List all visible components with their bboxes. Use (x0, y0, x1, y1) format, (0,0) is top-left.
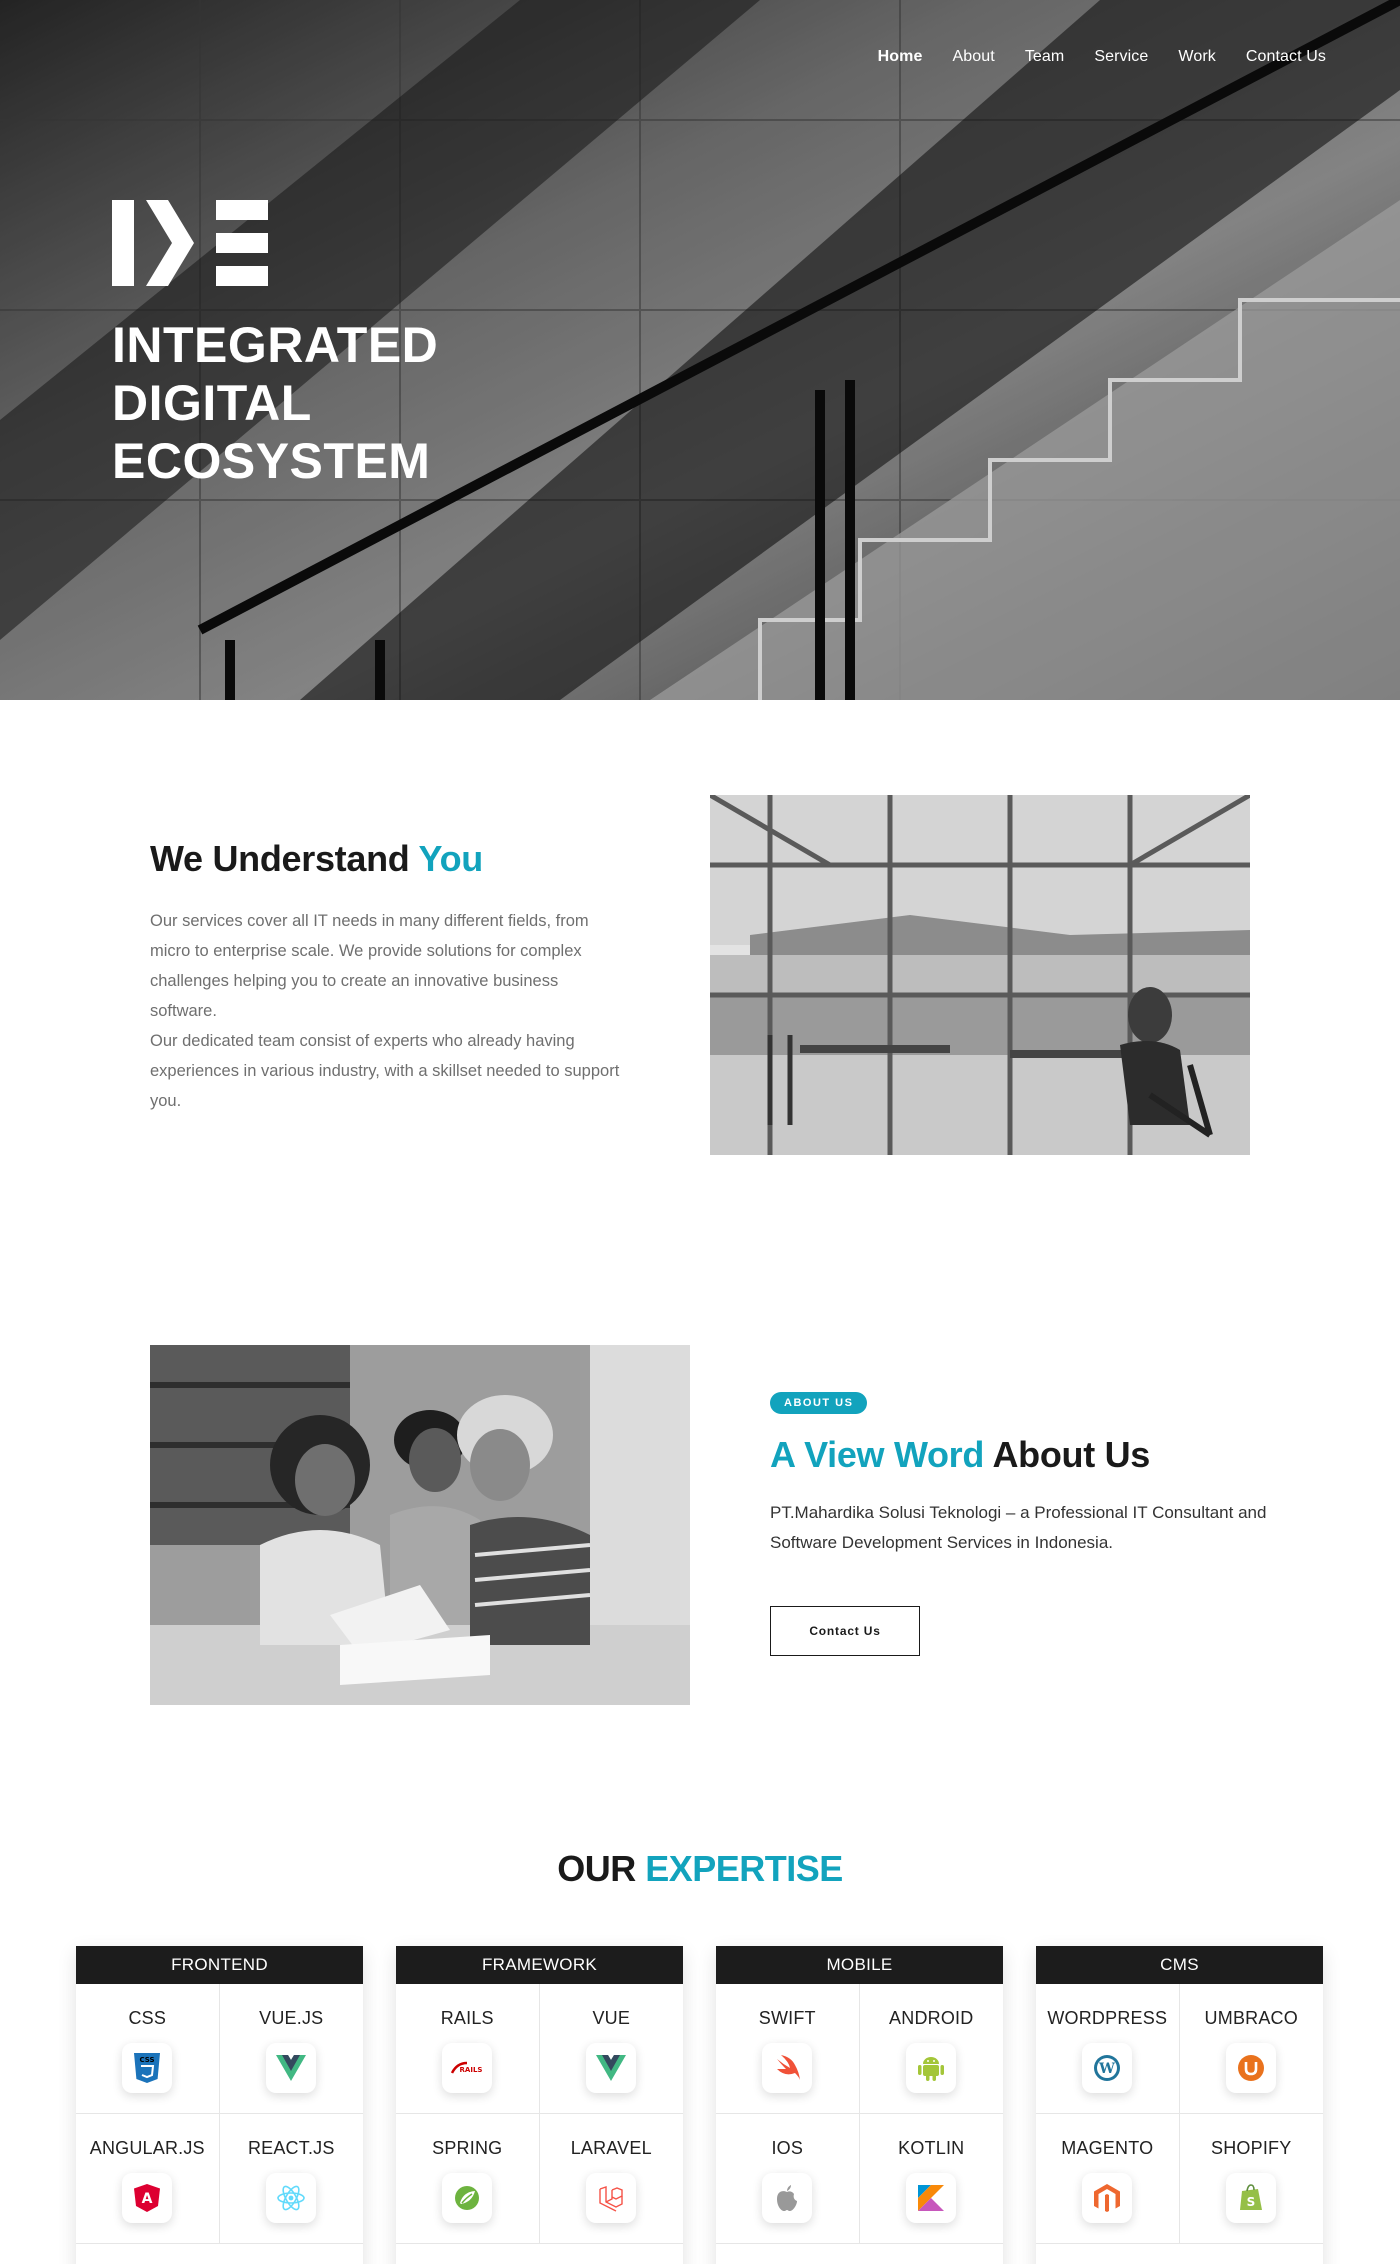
tech-grid: WORDPRESS W UMBRACO MAGENTO SHOPIFY S (1036, 1984, 1323, 2244)
heading-accent: You (418, 838, 484, 879)
card-header: CMS (1036, 1946, 1323, 1984)
card-header: FRONTEND (76, 1946, 363, 1984)
tech-item-angularjs: ANGULAR.JS A (76, 2114, 220, 2244)
tech-name: UMBRACO (1204, 2008, 1298, 2028)
tech-name: SWIFT (758, 2008, 816, 2028)
nav-service[interactable]: Service (1094, 48, 1148, 66)
svg-text:RAILS: RAILS (460, 2066, 483, 2074)
tech-name: IOS (771, 2138, 804, 2158)
nav-contact-us[interactable]: Contact Us (1246, 48, 1326, 66)
tech-grid: RAILS RAILS VUE SPRING LARAVEL (396, 1984, 683, 2244)
svg-text:W: W (1098, 2061, 1115, 2077)
expertise-cards: FRONTEND CSS CSS VUE.JS ANGULAR.JS A REA… (76, 1946, 1323, 2264)
tech-item-swift: SWIFT (716, 1984, 860, 2114)
tech-item-umbraco: UMBRACO (1179, 1984, 1323, 2114)
kotlin-icon (906, 2173, 957, 2223)
about-badge: ABOUT US (770, 1392, 868, 1414)
students-photo (150, 1345, 690, 1705)
hero-title-line: DIGITAL (112, 375, 312, 431)
heading-accent: A View Word (770, 1434, 985, 1475)
tech-item-android: ANDROID (859, 1984, 1003, 2114)
hero-section: Home About Team Service Work Contact Us … (0, 0, 1400, 700)
css3-icon: CSS (122, 2043, 173, 2093)
understand-text: Our services cover all IT needs in many … (150, 906, 620, 1116)
tech-name: CSS (128, 2008, 167, 2028)
card-header: FRAMEWORK (396, 1946, 683, 1984)
title-accent: EXPERTISE (645, 1848, 843, 1889)
tech-grid: CSS CSS VUE.JS ANGULAR.JS A REACT.JS (76, 1984, 363, 2244)
apple-icon (762, 2173, 813, 2223)
understand-paragraph-2: Our dedicated team consist of experts wh… (150, 1032, 620, 1110)
nav-about[interactable]: About (953, 48, 995, 66)
angular-icon: A (122, 2173, 173, 2223)
svg-text:CSS: CSS (140, 2056, 155, 2064)
nav-team[interactable]: Team (1025, 48, 1065, 66)
heading-main: We Understand (150, 838, 410, 879)
tech-item-wordpress: WORDPRESS W (1036, 1984, 1180, 2114)
office-window-photo (710, 795, 1250, 1155)
contact-us-button[interactable]: Contact Us (770, 1606, 920, 1656)
tech-item-ios: IOS (716, 2114, 860, 2244)
tech-item-reactjs: REACT.JS (219, 2114, 363, 2244)
spring-icon (442, 2173, 493, 2223)
tech-item-shopify: SHOPIFY S (1179, 2114, 1323, 2244)
tech-item-vue: VUE (539, 1984, 683, 2114)
understand-heading: We Understand You (150, 838, 620, 880)
understand-paragraph-1: Our services cover all IT needs in many … (150, 912, 589, 1020)
tech-name: SHOPIFY (1211, 2138, 1292, 2158)
tech-name: SPRING (432, 2138, 503, 2158)
nav-home[interactable]: Home (878, 48, 923, 66)
ide-logo-icon[interactable] (112, 200, 272, 286)
card-header: MOBILE (716, 1946, 1003, 1984)
tech-item-css: CSS CSS (76, 1984, 220, 2114)
android-icon (906, 2043, 957, 2093)
about-section: ABOUT US A View Word About Us PT.Mahardi… (770, 1392, 1270, 1656)
rails-icon: RAILS (442, 2043, 493, 2093)
swift-icon (762, 2043, 813, 2093)
tech-name: MAGENTO (1061, 2138, 1154, 2158)
card-mobile: MOBILE SWIFT ANDROID IOS KOTLIN (716, 1946, 1003, 2264)
svg-text:S: S (1247, 2195, 1256, 2209)
magento-icon (1082, 2173, 1133, 2223)
tech-name: VUE (592, 2008, 631, 2028)
tech-grid: SWIFT ANDROID IOS KOTLIN (716, 1984, 1003, 2244)
vue-icon (586, 2043, 637, 2093)
svg-text:A: A (142, 2191, 153, 2207)
tech-item-vuejs: VUE.JS (219, 1984, 363, 2114)
tech-item-spring: SPRING (396, 2114, 540, 2244)
tech-name: LARAVEL (570, 2138, 652, 2158)
umbraco-icon (1226, 2043, 1277, 2093)
vue-icon (266, 2043, 317, 2093)
tech-name: RAILS (440, 2008, 494, 2028)
tech-name: ANGULAR.JS (89, 2138, 205, 2158)
expertise-title: OUR EXPERTISE (0, 1848, 1400, 1890)
card-frontend: FRONTEND CSS CSS VUE.JS ANGULAR.JS A REA… (76, 1946, 363, 2264)
shopify-icon: S (1226, 2173, 1277, 2223)
tech-item-kotlin: KOTLIN (859, 2114, 1003, 2244)
laravel-icon (586, 2173, 637, 2223)
tech-item-laravel: LARAVEL (539, 2114, 683, 2244)
tech-item-rails: RAILS RAILS (396, 1984, 540, 2114)
card-cms: CMS WORDPRESS W UMBRACO MAGENTO SHOPIFY … (1036, 1946, 1323, 2264)
hero-title-line: ECOSYSTEM (112, 433, 431, 489)
hero-title: INTEGRATED DIGITAL ECOSYSTEM (112, 316, 532, 490)
tech-name: WORDPRESS (1047, 2008, 1168, 2028)
main-nav: Home About Team Service Work Contact Us (878, 48, 1326, 66)
tech-name: KOTLIN (898, 2138, 965, 2158)
understand-section: We Understand You Our services cover all… (150, 838, 620, 1116)
nav-work[interactable]: Work (1178, 48, 1215, 66)
react-icon (266, 2173, 317, 2223)
wordpress-icon: W (1082, 2043, 1133, 2093)
tech-item-magento: MAGENTO (1036, 2114, 1180, 2244)
about-heading: A View Word About Us (770, 1434, 1270, 1476)
tech-name: REACT.JS (247, 2138, 335, 2158)
card-framework: FRAMEWORK RAILS RAILS VUE SPRING LARAVEL (396, 1946, 683, 2264)
about-text: PT.Mahardika Solusi Teknologi – a Profes… (770, 1503, 1267, 1552)
title-main: OUR (557, 1848, 636, 1889)
heading-main: About Us (992, 1434, 1151, 1475)
tech-name: ANDROID (889, 2008, 974, 2028)
tech-name: VUE.JS (259, 2008, 324, 2028)
hero-title-line: INTEGRATED (112, 317, 439, 373)
